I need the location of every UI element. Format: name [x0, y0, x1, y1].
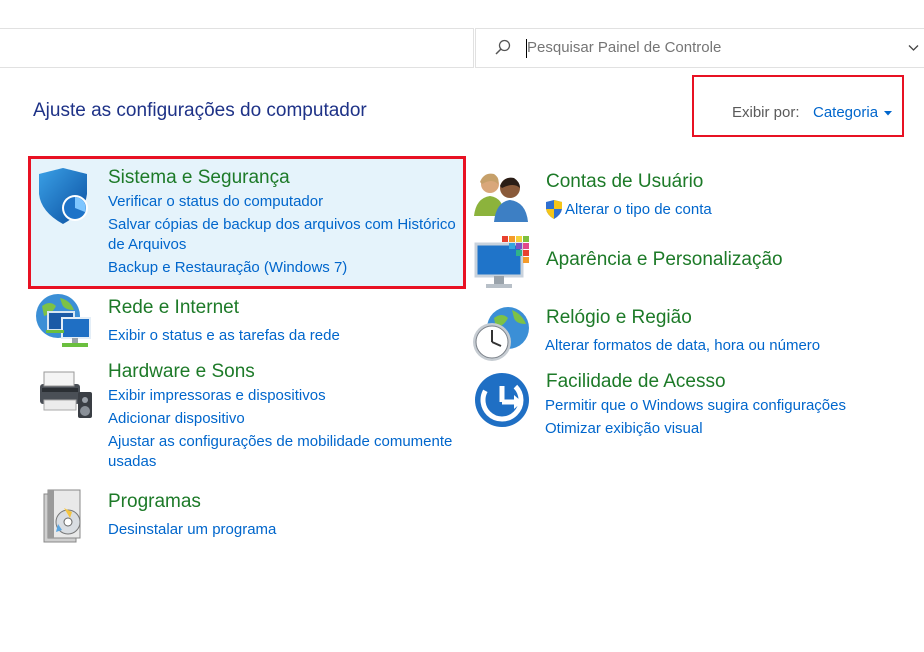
link-file-history-cont[interactable]: de Arquivos	[108, 235, 186, 255]
search-icon	[493, 38, 513, 58]
address-toolbar	[0, 0, 924, 68]
link-backup-restore[interactable]: Backup e Restauração (Windows 7)	[108, 258, 347, 278]
shield-icon	[35, 168, 93, 231]
category-title[interactable]: Hardware e Sons	[108, 361, 255, 383]
category-title[interactable]: Contas de Usuário	[546, 171, 703, 193]
link-mobility-settings[interactable]: Ajustar as configurações de mobilidade c…	[108, 432, 452, 452]
address-bar[interactable]	[0, 28, 474, 68]
link-mobility-settings-cont[interactable]: usadas	[108, 452, 156, 472]
category-title[interactable]: Facilidade de Acesso	[546, 371, 726, 393]
category-title[interactable]: Aparência e Personalização	[546, 249, 783, 271]
category-title[interactable]: Sistema e Segurança	[108, 167, 290, 189]
category-title[interactable]: Programas	[108, 491, 201, 513]
search-box[interactable]	[475, 28, 905, 68]
clock-globe-icon	[472, 306, 532, 369]
link-add-device[interactable]: Adicionar dispositivo	[108, 409, 245, 429]
page-title: Ajuste as configurações do computador	[33, 100, 367, 121]
link-change-account-type[interactable]: Alterar o tipo de conta	[565, 200, 712, 220]
link-date-formats[interactable]: Alterar formatos de data, hora ou número	[545, 336, 820, 356]
category-title[interactable]: Rede e Internet	[108, 297, 239, 319]
programs-disc-icon	[40, 488, 90, 551]
chevron-down-icon	[908, 45, 919, 51]
link-windows-suggest[interactable]: Permitir que o Windows sugira configuraç…	[545, 396, 846, 416]
link-devices-printers[interactable]: Exibir impressoras e dispositivos	[108, 386, 326, 406]
printer-icon	[34, 364, 94, 427]
link-optimize-display[interactable]: Otimizar exibição visual	[545, 419, 703, 439]
users-icon	[474, 172, 532, 227]
uac-shield-icon	[545, 200, 563, 224]
link-network-status[interactable]: Exibir o status e as tarefas da rede	[108, 326, 340, 346]
view-by-control: Exibir por: Categoria	[692, 75, 904, 137]
search-input[interactable]	[527, 29, 887, 67]
link-uninstall-program[interactable]: Desinstalar um programa	[108, 520, 276, 540]
caret-down-icon[interactable]	[884, 111, 892, 116]
category-title[interactable]: Relógio e Região	[546, 307, 692, 329]
network-globe-icon	[34, 292, 94, 357]
display-palette-icon	[474, 236, 534, 297]
address-dropdown-button[interactable]	[903, 28, 924, 68]
view-by-dropdown[interactable]: Categoria	[813, 104, 878, 121]
link-file-history[interactable]: Salvar cópias de backup dos arquivos com…	[108, 215, 456, 235]
link-check-status[interactable]: Verificar o status do computador	[108, 192, 323, 212]
ease-of-access-icon	[474, 372, 530, 433]
view-by-label: Exibir por:	[732, 104, 800, 121]
